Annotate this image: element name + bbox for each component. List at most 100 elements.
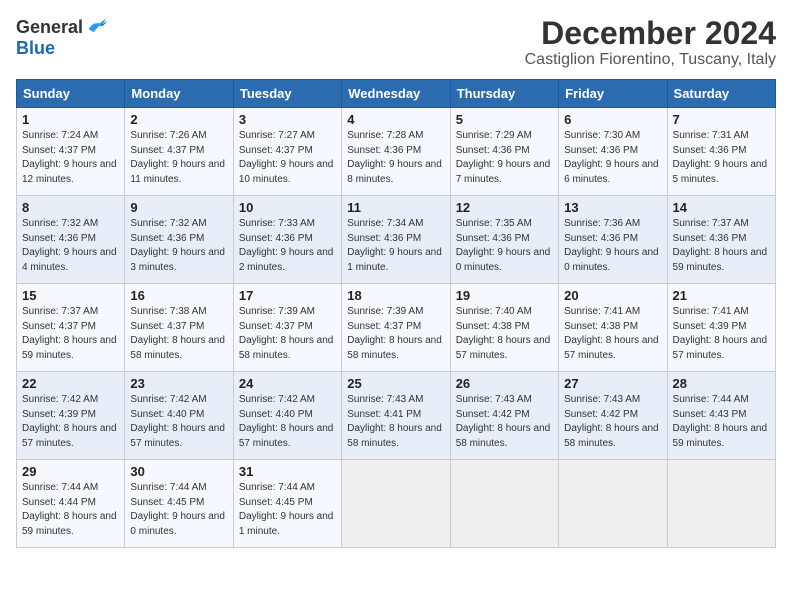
day-number: 9 xyxy=(130,200,227,215)
day-info: Sunrise: 7:37 AMSunset: 4:37 PMDaylight:… xyxy=(22,305,119,363)
day-number: 1 xyxy=(22,112,119,127)
calendar-week-row: 8 Sunrise: 7:32 AMSunset: 4:36 PMDaylight… xyxy=(17,196,776,284)
table-row xyxy=(667,460,775,548)
table-row: 6 Sunrise: 7:30 AMSunset: 4:36 PMDaylight… xyxy=(559,108,667,196)
day-info: Sunrise: 7:24 AMSunset: 4:37 PMDaylight:… xyxy=(22,129,119,187)
table-row: 4 Sunrise: 7:28 AMSunset: 4:36 PMDaylight… xyxy=(342,108,450,196)
table-row: 11 Sunrise: 7:34 AMSunset: 4:36 PMDayligh… xyxy=(342,196,450,284)
day-info: Sunrise: 7:28 AMSunset: 4:36 PMDaylight:… xyxy=(347,129,444,187)
day-info: Sunrise: 7:36 AMSunset: 4:36 PMDaylight:… xyxy=(564,217,661,275)
table-row: 9 Sunrise: 7:32 AMSunset: 4:36 PMDaylight… xyxy=(125,196,233,284)
day-number: 22 xyxy=(22,376,119,391)
logo-bird-icon xyxy=(85,16,107,38)
table-row xyxy=(559,460,667,548)
table-row: 31 Sunrise: 7:44 AMSunset: 4:45 PMDayligh… xyxy=(233,460,341,548)
day-info: Sunrise: 7:41 AMSunset: 4:38 PMDaylight:… xyxy=(564,305,661,363)
table-row: 22Sunrise: 7:42 AMSunset: 4:39 PMDayligh… xyxy=(17,372,125,460)
table-row: 8 Sunrise: 7:32 AMSunset: 4:36 PMDaylight… xyxy=(17,196,125,284)
day-number: 2 xyxy=(130,112,227,127)
day-number: 11 xyxy=(347,200,444,215)
calendar-week-row: 22Sunrise: 7:42 AMSunset: 4:39 PMDayligh… xyxy=(17,372,776,460)
day-info: Sunrise: 7:34 AMSunset: 4:36 PMDaylight:… xyxy=(347,217,444,275)
day-number: 19 xyxy=(456,288,553,303)
day-info: Sunrise: 7:43 AMSunset: 4:41 PMDaylight:… xyxy=(347,393,444,451)
day-number: 30 xyxy=(130,464,227,479)
calendar: Sunday Monday Tuesday Wednesday Thursday… xyxy=(16,79,776,548)
table-row: 10 Sunrise: 7:33 AMSunset: 4:36 PMDayligh… xyxy=(233,196,341,284)
day-number: 15 xyxy=(22,288,119,303)
day-number: 29 xyxy=(22,464,119,479)
subtitle: Castiglion Fiorentino, Tuscany, Italy xyxy=(525,51,776,69)
table-row: 28 Sunrise: 7:44 AMSunset: 4:43 PMDayligh… xyxy=(667,372,775,460)
table-row: 29 Sunrise: 7:44 AMSunset: 4:44 PMDayligh… xyxy=(17,460,125,548)
day-info: Sunrise: 7:32 AMSunset: 4:36 PMDaylight:… xyxy=(130,217,227,275)
day-info: Sunrise: 7:30 AMSunset: 4:36 PMDaylight:… xyxy=(564,129,661,187)
day-info: Sunrise: 7:32 AMSunset: 4:36 PMDaylight:… xyxy=(22,217,119,275)
day-number: 25 xyxy=(347,376,444,391)
table-row: 23Sunrise: 7:42 AMSunset: 4:40 PMDayligh… xyxy=(125,372,233,460)
day-info: Sunrise: 7:35 AMSunset: 4:36 PMDaylight:… xyxy=(456,217,553,275)
day-info: Sunrise: 7:33 AMSunset: 4:36 PMDaylight:… xyxy=(239,217,336,275)
day-number: 4 xyxy=(347,112,444,127)
table-row: 12Sunrise: 7:35 AMSunset: 4:36 PMDayligh… xyxy=(450,196,558,284)
table-row: 20 Sunrise: 7:41 AMSunset: 4:38 PMDayligh… xyxy=(559,284,667,372)
table-row: 18Sunrise: 7:39 AMSunset: 4:37 PMDayligh… xyxy=(342,284,450,372)
calendar-week-row: 1 Sunrise: 7:24 AMSunset: 4:37 PMDaylight… xyxy=(17,108,776,196)
col-tuesday: Tuesday xyxy=(233,80,341,108)
col-friday: Friday xyxy=(559,80,667,108)
day-number: 13 xyxy=(564,200,661,215)
table-row: 7 Sunrise: 7:31 AMSunset: 4:36 PMDaylight… xyxy=(667,108,775,196)
table-row xyxy=(450,460,558,548)
table-row: 21Sunrise: 7:41 AMSunset: 4:39 PMDayligh… xyxy=(667,284,775,372)
col-thursday: Thursday xyxy=(450,80,558,108)
title-area: December 2024 Castiglion Fiorentino, Tus… xyxy=(525,16,776,69)
day-number: 7 xyxy=(673,112,770,127)
day-info: Sunrise: 7:42 AMSunset: 4:40 PMDaylight:… xyxy=(239,393,336,451)
day-number: 3 xyxy=(239,112,336,127)
day-info: Sunrise: 7:38 AMSunset: 4:37 PMDaylight:… xyxy=(130,305,227,363)
day-number: 18 xyxy=(347,288,444,303)
table-row xyxy=(342,460,450,548)
day-number: 10 xyxy=(239,200,336,215)
logo: General Blue xyxy=(16,16,107,59)
day-number: 6 xyxy=(564,112,661,127)
table-row: 14Sunrise: 7:37 AMSunset: 4:36 PMDayligh… xyxy=(667,196,775,284)
day-number: 17 xyxy=(239,288,336,303)
table-row: 2Sunrise: 7:26 AMSunset: 4:37 PMDaylight… xyxy=(125,108,233,196)
day-number: 8 xyxy=(22,200,119,215)
table-row: 3 Sunrise: 7:27 AMSunset: 4:37 PMDaylight… xyxy=(233,108,341,196)
table-row: 24 Sunrise: 7:42 AMSunset: 4:40 PMDayligh… xyxy=(233,372,341,460)
table-row: 5Sunrise: 7:29 AMSunset: 4:36 PMDaylight… xyxy=(450,108,558,196)
day-info: Sunrise: 7:43 AMSunset: 4:42 PMDaylight:… xyxy=(564,393,661,451)
col-wednesday: Wednesday xyxy=(342,80,450,108)
day-info: Sunrise: 7:44 AMSunset: 4:45 PMDaylight:… xyxy=(130,481,227,539)
table-row: 26Sunrise: 7:43 AMSunset: 4:42 PMDayligh… xyxy=(450,372,558,460)
col-sunday: Sunday xyxy=(17,80,125,108)
day-info: Sunrise: 7:27 AMSunset: 4:37 PMDaylight:… xyxy=(239,129,336,187)
day-number: 16 xyxy=(130,288,227,303)
col-monday: Monday xyxy=(125,80,233,108)
day-number: 14 xyxy=(673,200,770,215)
day-info: Sunrise: 7:39 AMSunset: 4:37 PMDaylight:… xyxy=(239,305,336,363)
day-number: 23 xyxy=(130,376,227,391)
table-row: 13 Sunrise: 7:36 AMSunset: 4:36 PMDayligh… xyxy=(559,196,667,284)
day-number: 31 xyxy=(239,464,336,479)
day-info: Sunrise: 7:31 AMSunset: 4:36 PMDaylight:… xyxy=(673,129,770,187)
day-info: Sunrise: 7:41 AMSunset: 4:39 PMDaylight:… xyxy=(673,305,770,363)
day-number: 27 xyxy=(564,376,661,391)
day-info: Sunrise: 7:44 AMSunset: 4:43 PMDaylight:… xyxy=(673,393,770,451)
day-info: Sunrise: 7:40 AMSunset: 4:38 PMDaylight:… xyxy=(456,305,553,363)
table-row: 15 Sunrise: 7:37 AMSunset: 4:37 PMDayligh… xyxy=(17,284,125,372)
table-row: 1 Sunrise: 7:24 AMSunset: 4:37 PMDaylight… xyxy=(17,108,125,196)
header: General Blue December 2024 Castiglion Fi… xyxy=(16,16,776,69)
day-number: 20 xyxy=(564,288,661,303)
table-row: 17 Sunrise: 7:39 AMSunset: 4:37 PMDayligh… xyxy=(233,284,341,372)
day-number: 24 xyxy=(239,376,336,391)
day-number: 28 xyxy=(673,376,770,391)
day-info: Sunrise: 7:44 AMSunset: 4:45 PMDaylight:… xyxy=(239,481,336,539)
main-title: December 2024 xyxy=(525,16,776,51)
day-info: Sunrise: 7:44 AMSunset: 4:44 PMDaylight:… xyxy=(22,481,119,539)
table-row: 27 Sunrise: 7:43 AMSunset: 4:42 PMDayligh… xyxy=(559,372,667,460)
day-info: Sunrise: 7:43 AMSunset: 4:42 PMDaylight:… xyxy=(456,393,553,451)
calendar-week-row: 15 Sunrise: 7:37 AMSunset: 4:37 PMDayligh… xyxy=(17,284,776,372)
